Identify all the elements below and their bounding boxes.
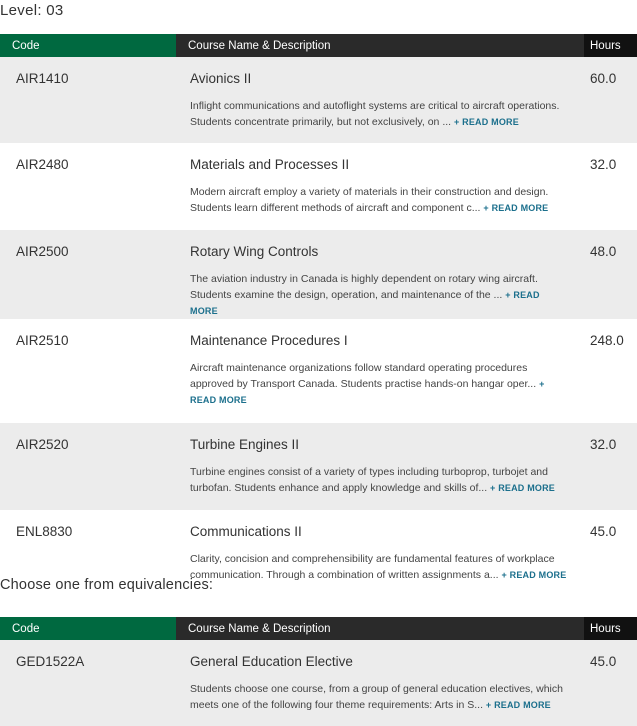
course-hours: 32.0 <box>584 143 637 230</box>
course-name: General Education Elective <box>190 654 353 669</box>
course-name-description: Rotary Wing Controls The aviation industr… <box>176 230 584 319</box>
course-hours: 48.0 <box>584 230 637 319</box>
course-description: Aircraft maintenance organizations follo… <box>190 360 568 408</box>
course-name: Materials and Processes II <box>190 157 350 172</box>
course-description-text: Clarity, concision and comprehensibility… <box>190 553 555 581</box>
read-more-link[interactable]: + READ MORE <box>486 700 551 710</box>
header-course-name: Course Name & Description <box>176 617 584 640</box>
course-name: Maintenance Procedures I <box>190 333 348 348</box>
course-row: AIR1410 Avionics II Inflight communication… <box>0 57 637 143</box>
course-code: AIR2480 <box>0 143 176 230</box>
course-hours: 45.0 <box>584 510 637 583</box>
course-hours: 45.0 <box>584 640 637 726</box>
read-more-link[interactable]: + READ MORE <box>454 117 519 127</box>
course-code: AIR2520 <box>0 423 176 510</box>
course-code: AIR2510 <box>0 319 176 423</box>
course-description-text: The aviation industry in Canada is highl… <box>190 273 538 301</box>
course-name-description: Turbine Engines II Turbine engines consis… <box>176 423 584 510</box>
header-code: Code <box>0 34 176 57</box>
course-code: GED1522A <box>0 640 176 726</box>
course-row: ENL8830 Communications II Clarity, concisi… <box>0 510 637 583</box>
course-name-description: Maintenance Procedures I Aircraft mainten… <box>176 319 584 423</box>
header-course-name: Course Name & Description <box>176 34 584 57</box>
read-more-link[interactable]: + READ MORE <box>483 203 548 213</box>
course-hours: 60.0 <box>584 57 637 143</box>
course-row: AIR2520 Turbine Engines II Turbine engines… <box>0 423 637 510</box>
course-description: Turbine engines consist of a variety of … <box>190 464 568 496</box>
course-name: Turbine Engines II <box>190 437 300 452</box>
course-row: GED1522A General Education Elective Studen… <box>0 640 637 726</box>
course-name-description: Communications II Clarity, concision and … <box>176 510 584 583</box>
course-name: Rotary Wing Controls <box>190 244 319 259</box>
course-code: AIR2500 <box>0 230 176 319</box>
course-name: Avionics II <box>190 71 252 86</box>
course-description-text: Aircraft maintenance organizations follo… <box>190 362 537 390</box>
course-name: Communications II <box>190 524 302 539</box>
header-code: Code <box>0 617 176 640</box>
read-more-link[interactable]: + READ MORE <box>490 483 555 493</box>
header-hours: Hours <box>584 617 637 640</box>
equivalencies-label: Choose one from equivalencies: <box>0 577 214 593</box>
course-description: The aviation industry in Canada is highl… <box>190 271 568 319</box>
course-name-description: General Education Elective Students choos… <box>176 640 584 726</box>
course-row: AIR2500 Rotary Wing Controls The aviation … <box>0 230 637 319</box>
course-name-description: Materials and Processes II Modern aircraf… <box>176 143 584 230</box>
header-hours: Hours <box>584 34 637 57</box>
course-code: AIR1410 <box>0 57 176 143</box>
courses-table: Code Course Name & Description Hours AIR… <box>0 34 637 583</box>
course-hours: 32.0 <box>584 423 637 510</box>
course-description: Inflight communications and autoflight s… <box>190 98 568 130</box>
read-more-link[interactable]: + READ MORE <box>501 570 566 580</box>
course-name-description: Avionics II Inflight communications and a… <box>176 57 584 143</box>
level-label: Level: 03 <box>0 2 64 19</box>
table-header-row: Code Course Name & Description Hours <box>0 34 637 57</box>
equivalencies-table: Code Course Name & Description Hours GED… <box>0 617 637 726</box>
course-row: AIR2510 Maintenance Procedures I Aircraft … <box>0 319 637 423</box>
course-description: Modern aircraft employ a variety of mate… <box>190 184 568 216</box>
course-row: AIR2480 Materials and Processes II Modern … <box>0 143 637 230</box>
table-header-row: Code Course Name & Description Hours <box>0 617 637 640</box>
course-hours: 248.0 <box>584 319 637 423</box>
course-description: Students choose one course, from a group… <box>190 681 568 713</box>
course-description: Clarity, concision and comprehensibility… <box>190 551 568 583</box>
course-code: ENL8830 <box>0 510 176 583</box>
